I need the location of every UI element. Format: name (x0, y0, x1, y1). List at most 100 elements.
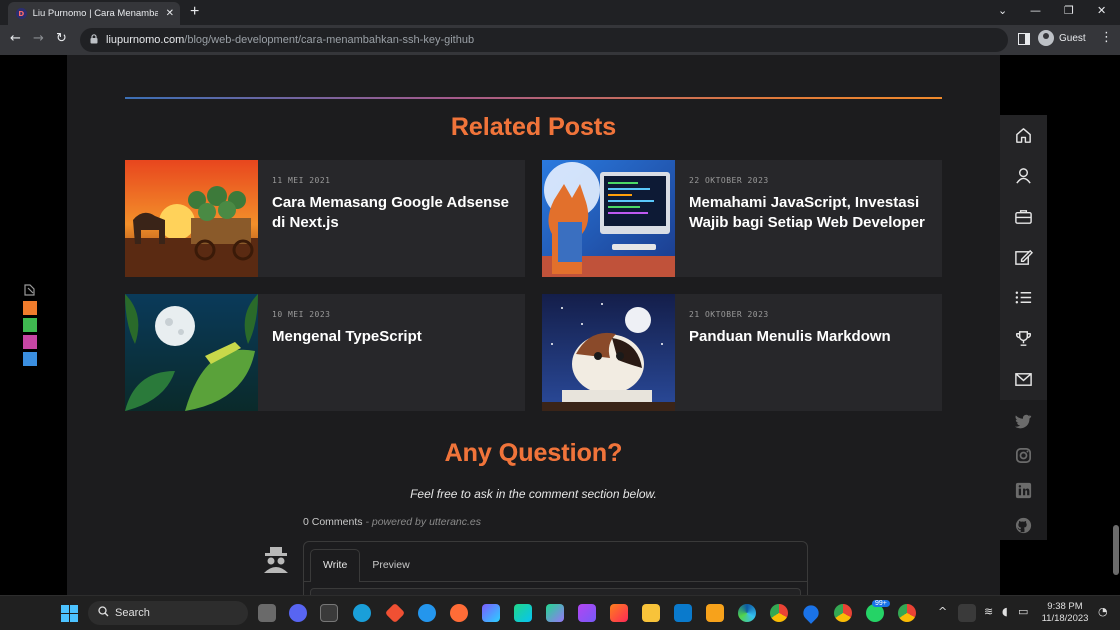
browser-tab-bar: D Liu Purnomo | Cara Menambah ✕ + ⌄ — ❐ … (0, 0, 1120, 25)
post-date: 10 MEI 2023 (272, 310, 331, 319)
anonymous-user-icon (261, 545, 291, 575)
clock-date: 11/18/2023 (1041, 613, 1089, 624)
app-gradient-icon[interactable] (482, 604, 500, 622)
profile-label: Guest (1059, 32, 1086, 44)
mail-icon (1015, 372, 1032, 386)
nav-home[interactable] (1000, 115, 1047, 155)
close-tab-icon[interactable]: ✕ (166, 8, 174, 19)
theme-swatch-pink[interactable] (23, 335, 37, 349)
home-icon (1016, 127, 1031, 143)
related-post-card[interactable]: 10 MEI 2023 Mengenal TypeScript (125, 294, 525, 411)
lock-icon[interactable] (90, 34, 98, 46)
task-view-icon[interactable] (258, 604, 276, 622)
profile-button[interactable]: Guest (1038, 30, 1086, 46)
notifications-icon[interactable]: ◔ (1098, 605, 1108, 618)
comment-textarea[interactable] (310, 588, 801, 595)
instagram-link[interactable] (1000, 435, 1047, 475)
edit-icon (1015, 249, 1033, 265)
app-orange-icon[interactable] (706, 604, 724, 622)
main-content: Related Posts 11 MEI 2021 Cara Memasang … (67, 55, 1000, 595)
taskbar-clock[interactable]: 9:38 PM 11/18/2023 (1040, 601, 1090, 625)
notification-badge: 99+ (872, 600, 890, 607)
tab-title: Liu Purnomo | Cara Menambah (32, 8, 158, 19)
github-link[interactable] (1000, 505, 1047, 545)
chrome-active-icon[interactable] (898, 604, 916, 622)
reload-icon[interactable]: ↻ (56, 32, 67, 46)
docker-icon[interactable] (418, 604, 436, 622)
edge-icon[interactable] (738, 604, 756, 622)
related-post-card[interactable]: 21 OKTOBER 2023 Panduan Menulis Markdown (542, 294, 942, 411)
post-title: Mengenal TypeScript (272, 328, 422, 345)
browser-menu-icon[interactable]: ⋮ (1100, 31, 1113, 45)
app-blue-icon[interactable] (353, 604, 371, 622)
twitter-link[interactable] (1000, 400, 1047, 440)
taskbar-search[interactable]: Search (88, 601, 248, 625)
related-posts-heading: Related Posts (67, 113, 1000, 142)
related-post-card[interactable]: 11 MEI 2021 Cara Memasang Google Adsense… (125, 160, 525, 277)
trophy-icon (1016, 330, 1031, 346)
comment-editor-tabs: Write Preview (304, 542, 807, 582)
vscode-icon[interactable] (674, 604, 692, 622)
git-icon[interactable] (384, 602, 406, 624)
any-question-heading: Any Question? (67, 439, 1000, 468)
theme-swatch-green[interactable] (23, 318, 37, 332)
terminal-icon[interactable] (320, 604, 338, 622)
question-subtitle: Feel free to ask in the comment section … (410, 487, 657, 501)
section-divider (125, 97, 942, 99)
linkedin-link[interactable] (1000, 470, 1047, 510)
nav-achievements[interactable] (1000, 318, 1047, 358)
nav-blog[interactable] (1000, 237, 1047, 277)
tab-search-chevron-icon[interactable]: ⌄ (998, 4, 1007, 17)
side-panel-icon[interactable] (1018, 33, 1030, 49)
postman-icon[interactable] (450, 604, 468, 622)
intellij-icon[interactable] (610, 604, 628, 622)
tray-pen-icon[interactable] (958, 604, 976, 622)
site-favicon-icon: D (16, 8, 27, 19)
nav-contact[interactable] (1000, 359, 1047, 399)
nav-list[interactable] (1000, 277, 1047, 317)
browser-tab[interactable]: D Liu Purnomo | Cara Menambah ✕ (8, 2, 180, 25)
palette-icon[interactable] (23, 283, 37, 297)
close-window-icon[interactable]: ✕ (1097, 4, 1106, 17)
tray-chevron-icon[interactable]: ^ (938, 605, 947, 618)
wifi-icon[interactable]: ≋ (984, 605, 993, 618)
linkedin-icon (1015, 482, 1032, 498)
address-bar[interactable]: liupurnomo.com/blog/web-development/cara… (80, 28, 1008, 52)
chrome-profile-icon[interactable] (834, 604, 852, 622)
tab-write[interactable]: Write (310, 549, 361, 582)
post-date: 21 OKTOBER 2023 (689, 310, 769, 319)
url-host: liupurnomo.com (106, 34, 185, 46)
page-scrollbar[interactable] (1113, 525, 1119, 575)
nav-portfolio[interactable] (1000, 196, 1047, 236)
webstorm-icon[interactable] (514, 604, 532, 622)
file-explorer-icon[interactable] (642, 604, 660, 622)
post-title: Memahami JavaScript, Investasi Wajib bag… (689, 194, 925, 231)
datagrip-icon[interactable] (546, 604, 564, 622)
phpstorm-icon[interactable] (578, 604, 596, 622)
forward-icon[interactable]: → (33, 32, 44, 46)
taskbar-search-label: Search (115, 607, 150, 619)
list-icon (1015, 291, 1032, 303)
powered-by-link[interactable]: - powered by utteranc.es (363, 516, 481, 528)
theme-swatch-orange[interactable] (23, 301, 37, 315)
post-thumbnail-adsense (125, 160, 258, 277)
volume-icon[interactable]: ◖ (1002, 605, 1008, 618)
restore-icon[interactable]: ❐ (1064, 4, 1074, 17)
windows-start-icon[interactable] (61, 605, 78, 622)
post-date: 22 OKTOBER 2023 (689, 176, 769, 185)
chrome-icon[interactable] (770, 604, 788, 622)
discord-icon[interactable] (289, 604, 307, 622)
related-post-card[interactable]: 22 OKTOBER 2023 Memahami JavaScript, Inv… (542, 160, 942, 277)
new-tab-button[interactable]: + (190, 3, 199, 21)
tab-preview[interactable]: Preview (360, 550, 421, 581)
nav-about[interactable] (1000, 155, 1047, 195)
battery-icon[interactable]: ▭ (1018, 605, 1028, 618)
browser-toolbar: ← → ↻ liupurnomo.com/blog/web-developmen… (0, 25, 1120, 55)
maps-icon[interactable] (800, 602, 822, 624)
post-title: Panduan Menulis Markdown (689, 328, 891, 345)
theme-swatch-blue[interactable] (23, 352, 37, 366)
back-icon[interactable]: ← (10, 32, 21, 46)
minimize-icon[interactable]: — (1030, 4, 1041, 17)
twitter-icon (1014, 414, 1032, 428)
social-links (1000, 400, 1047, 540)
